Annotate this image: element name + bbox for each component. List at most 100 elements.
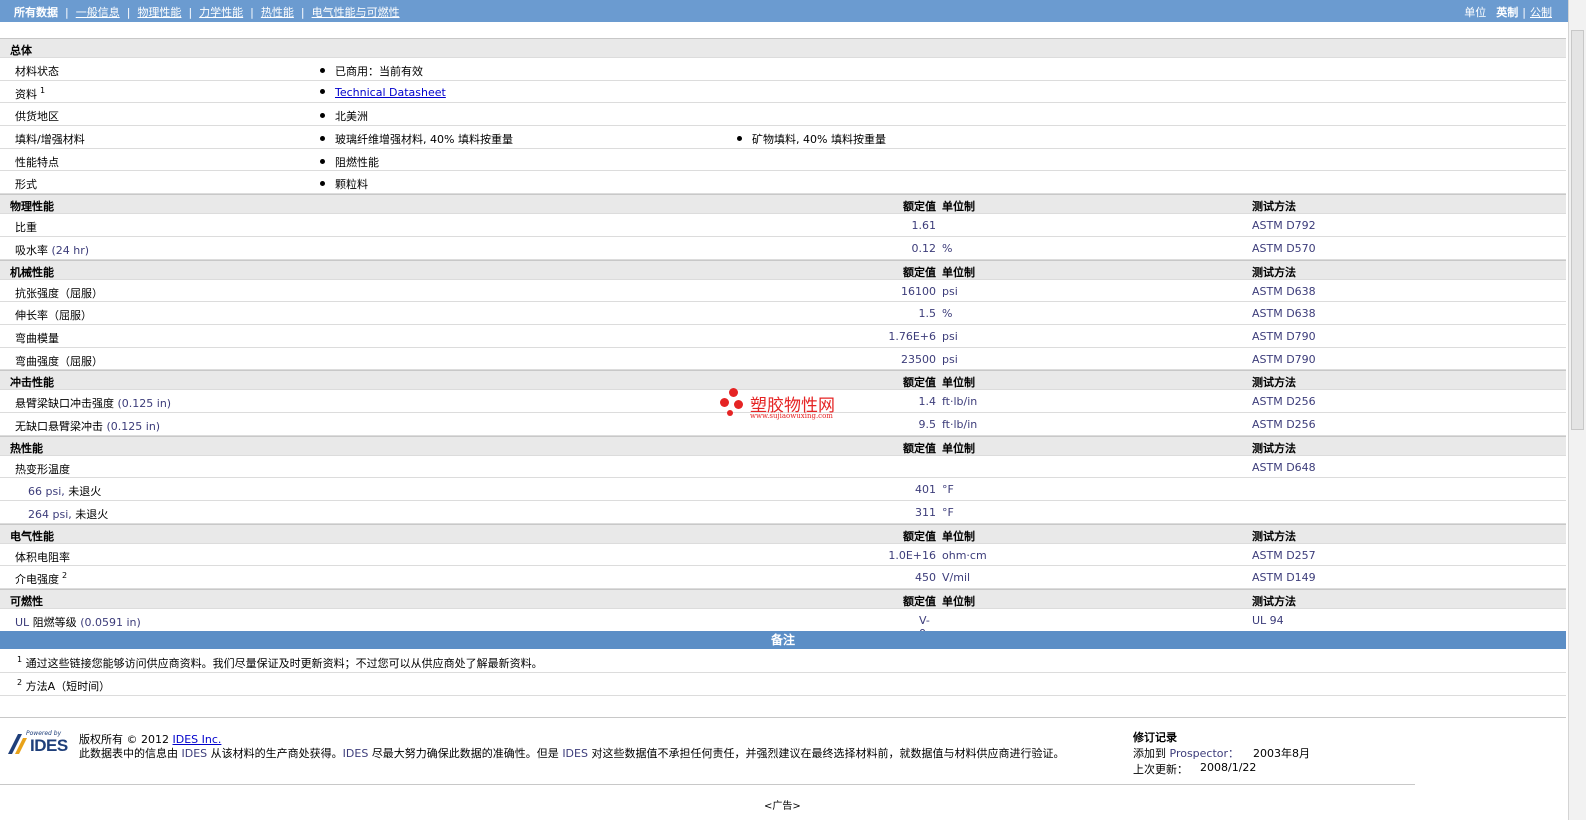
property-condition: (0.0591 in) <box>80 616 141 630</box>
property-value: 颗粒料 <box>335 178 368 192</box>
bullet-icon <box>320 88 325 94</box>
note-text: 方法A（短时间） <box>25 680 111 693</box>
property-name: 比重 <box>15 221 37 235</box>
property-name: 阻燃等级 <box>32 616 77 630</box>
property-prefix: UL <box>15 616 30 630</box>
note-number: 2 <box>17 678 23 687</box>
table-row: 弯曲模量 1.76E+6 psi ASTM D790 <box>0 325 1566 348</box>
property-value: 玻璃纤维增强材料, 40% 填料按重量 <box>335 133 513 147</box>
property-name: 资料 <box>15 87 37 101</box>
property-value: 1.76E+6 <box>888 329 936 343</box>
section-title: 可燃性 <box>10 595 43 609</box>
property-unit: % <box>942 307 953 321</box>
section-header-thermal: 热性能 额定值 单位制 测试方法 <box>0 435 1566 456</box>
bullet-icon <box>320 158 325 164</box>
scrollbar-thumb[interactable] <box>1571 30 1584 430</box>
nav-physical[interactable]: 物理性能 <box>137 6 181 19</box>
property-value: 矿物填料, 40% 填料按重量 <box>752 133 886 147</box>
col-header-value: 额定值 <box>903 441 936 455</box>
test-method: ASTM D256 <box>1252 417 1316 431</box>
watermark-dot-icon <box>720 398 729 407</box>
nav-all-data[interactable]: 所有数据 <box>14 6 58 19</box>
property-condition: (0.125 in) <box>117 397 172 411</box>
table-row: 热变形温度 ASTM D648 <box>0 456 1566 479</box>
table-row: 抗张强度（屈服） 16100 psi ASTM D638 <box>0 280 1566 303</box>
col-header-unit: 单位制 <box>942 200 975 214</box>
nav-thermal[interactable]: 热性能 <box>261 6 294 19</box>
revision-title: 修订记录 <box>1133 731 1177 744</box>
nav-general-info[interactable]: 一般信息 <box>76 6 120 19</box>
property-unit: ohm·cm <box>942 548 987 562</box>
property-name: 体积电阻率 <box>15 550 70 564</box>
col-header-unit: 单位制 <box>942 441 975 455</box>
property-name: 性能特点 <box>15 155 59 169</box>
property-name: 供货地区 <box>15 110 59 124</box>
watermark-dot-icon <box>727 410 733 416</box>
col-header-test: 测试方法 <box>1252 595 1296 609</box>
col-header-value: 额定值 <box>903 529 936 543</box>
test-method: ASTM D257 <box>1252 548 1316 562</box>
section-title: 机械性能 <box>10 265 54 279</box>
col-header-unit: 单位制 <box>942 595 975 609</box>
technical-datasheet-link[interactable]: Technical Datasheet <box>335 86 446 99</box>
nav-electrical-flammability[interactable]: 电气性能与可燃性 <box>312 6 400 19</box>
property-name: 吸水率 <box>15 243 48 257</box>
table-row: 供货地区 北美洲 <box>0 103 1566 127</box>
property-unit: % <box>942 241 953 255</box>
table-row: 材料状态 已商用：当前有效 <box>0 58 1566 81</box>
property-unit: ft·lb/in <box>942 395 978 409</box>
property-condition: (0.125 in) <box>106 419 161 433</box>
col-header-test: 测试方法 <box>1252 200 1296 214</box>
property-value: 23500 <box>901 352 936 366</box>
col-header-test: 测试方法 <box>1252 376 1296 390</box>
property-name: 未退火 <box>68 485 102 499</box>
test-method: ASTM D648 <box>1252 460 1316 474</box>
col-header-value: 额定值 <box>903 376 936 390</box>
test-method: ASTM D790 <box>1252 352 1316 366</box>
property-unit: °F <box>942 483 954 497</box>
footer-divider <box>0 717 1566 718</box>
section-header-physical: 物理性能 额定值 单位制 测试方法 <box>0 194 1566 215</box>
test-method: ASTM D149 <box>1252 571 1316 585</box>
revision-added: 添加到 Prospector： <box>1133 747 1240 760</box>
property-value: 16100 <box>901 284 936 298</box>
table-row: 性能特点 阻燃性能 <box>0 149 1566 172</box>
property-name: 未退火 <box>75 508 109 521</box>
table-row: 264 psi, 未退火 311 °F <box>0 501 1566 524</box>
ides-logo[interactable]: Powered by IDES <box>8 730 70 755</box>
property-value: 阻燃性能 <box>335 155 379 169</box>
units-label: 单位 <box>1464 6 1487 19</box>
table-row: 体积电阻率 1.0E+16 ohm·cm ASTM D257 <box>0 544 1566 567</box>
table-row: UL 阻燃等级 (0.0591 in)V-0UL 94 <box>0 609 1566 640</box>
datasheet-table: 总体 材料状态 已商用：当前有效 资料 1 Technical Datasheet 供… <box>0 38 1566 640</box>
notes-header: 备注 <box>0 631 1566 649</box>
units-metric-link[interactable]: 公制 <box>1530 6 1552 19</box>
property-unit: psi <box>942 284 958 298</box>
property-value: 450 <box>915 571 936 585</box>
vertical-scrollbar[interactable] <box>1568 0 1586 820</box>
advertisement-label: <广告> <box>764 801 801 812</box>
logo-text: IDES <box>30 736 68 755</box>
property-value: 北美洲 <box>335 110 368 124</box>
watermark-url: www.sujiaowuxing.com <box>750 412 833 420</box>
nav-mechanical[interactable]: 力学性能 <box>199 6 243 19</box>
test-method: ASTM D792 <box>1252 219 1316 233</box>
units-english-link[interactable]: 英制 <box>1496 6 1518 19</box>
property-name: 抗张强度（屈服） <box>15 286 103 300</box>
col-header-test: 测试方法 <box>1252 265 1296 279</box>
revision-added-date: 2003年8月 <box>1253 747 1310 760</box>
property-value: 1.0E+16 <box>888 548 936 562</box>
col-header-value: 额定值 <box>903 200 936 214</box>
property-name: 热变形温度 <box>15 462 70 476</box>
property-name: 伸长率（屈服） <box>15 309 92 323</box>
col-header-value: 额定值 <box>903 265 936 279</box>
property-value: 401 <box>915 483 936 497</box>
table-row: 形式 颗粒料 <box>0 171 1566 195</box>
watermark-dot-icon <box>734 400 743 409</box>
property-name: 形式 <box>15 178 37 192</box>
test-method: ASTM D790 <box>1252 329 1316 343</box>
table-row: 资料 1 Technical Datasheet <box>0 81 1566 104</box>
property-unit: °F <box>942 506 954 519</box>
property-name: 悬臂梁缺口冲击强度 <box>15 397 114 411</box>
property-unit: V/mil <box>942 571 971 585</box>
